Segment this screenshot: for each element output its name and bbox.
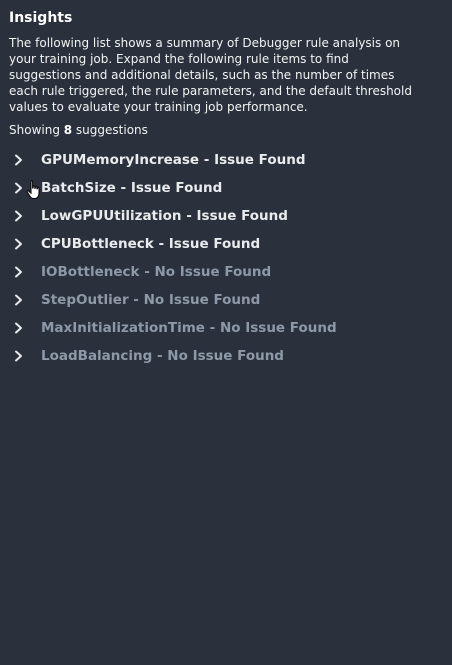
suggestions-count-prefix: Showing bbox=[9, 123, 64, 137]
rule-list: GPUMemoryIncrease - Issue Found BatchSiz… bbox=[9, 146, 443, 370]
rule-item-gpu-memory-increase[interactable]: GPUMemoryIncrease - Issue Found bbox=[9, 146, 443, 174]
chevron-right-icon[interactable] bbox=[9, 182, 41, 194]
rule-label: LowGPUUtilization - Issue Found bbox=[41, 208, 288, 224]
rule-label: BatchSize - Issue Found bbox=[41, 180, 223, 196]
chevron-right-icon[interactable] bbox=[9, 350, 41, 362]
chevron-right-icon[interactable] bbox=[9, 238, 41, 250]
rule-label: IOBottleneck - No Issue Found bbox=[41, 264, 272, 280]
insights-description: The following list shows a summary of De… bbox=[9, 36, 412, 114]
suggestions-count-number: 8 bbox=[63, 123, 73, 137]
chevron-right-icon[interactable] bbox=[9, 322, 41, 334]
rule-item-cpu-bottleneck[interactable]: CPUBottleneck - Issue Found bbox=[9, 230, 443, 258]
suggestions-count: Showing 8 suggestions bbox=[9, 122, 443, 138]
rule-item-load-balancing[interactable]: LoadBalancing - No Issue Found bbox=[9, 342, 443, 370]
chevron-right-icon[interactable] bbox=[9, 294, 41, 306]
rule-label: CPUBottleneck - Issue Found bbox=[41, 236, 261, 252]
rule-label: GPUMemoryIncrease - Issue Found bbox=[41, 152, 306, 168]
chevron-right-icon[interactable] bbox=[9, 210, 41, 222]
rule-item-low-gpu-utilization[interactable]: LowGPUUtilization - Issue Found bbox=[9, 202, 443, 230]
rule-label: StepOutlier - No Issue Found bbox=[41, 292, 261, 308]
insights-panel: Insights The following list shows a summ… bbox=[9, 9, 443, 370]
chevron-right-icon[interactable] bbox=[9, 154, 41, 166]
rule-item-step-outlier[interactable]: StepOutlier - No Issue Found bbox=[9, 286, 443, 314]
rule-item-io-bottleneck[interactable]: IOBottleneck - No Issue Found bbox=[9, 258, 443, 286]
suggestions-count-suffix: suggestions bbox=[72, 123, 148, 137]
rule-label: LoadBalancing - No Issue Found bbox=[41, 348, 284, 364]
insights-title: Insights bbox=[9, 10, 73, 26]
rule-label: MaxInitializationTime - No Issue Found bbox=[41, 320, 337, 336]
rule-item-batch-size[interactable]: BatchSize - Issue Found bbox=[9, 174, 443, 202]
rule-item-max-initialization-time[interactable]: MaxInitializationTime - No Issue Found bbox=[9, 314, 443, 342]
chevron-right-icon[interactable] bbox=[9, 266, 41, 278]
